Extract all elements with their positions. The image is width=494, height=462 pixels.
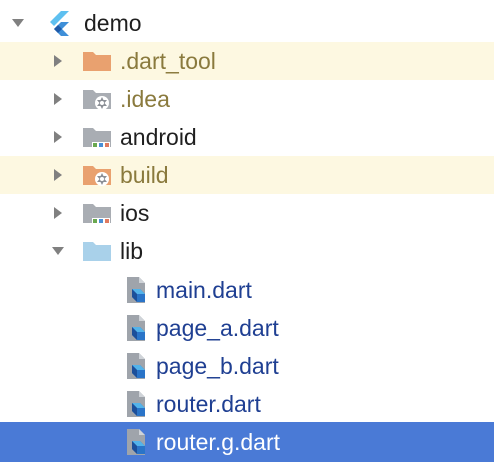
tree-item-page-b-dart[interactable]: page_b.dart [0,347,494,385]
tree-item-page-a-dart[interactable]: page_a.dart [0,309,494,347]
dart-file-icon [124,422,158,462]
tree-item-label: ios [120,200,150,226]
chevron-right-icon[interactable] [48,194,68,232]
tree-item-lib[interactable]: lib [0,232,494,270]
tree-item-label: .dart_tool [120,48,216,74]
tree-item-ios[interactable]: ios [0,194,494,232]
tree-item-label: main.dart [156,277,252,303]
flutter-icon [46,4,80,42]
folder-orange-gear-icon [82,156,116,194]
folder-blue-icon [82,232,116,270]
tree-item-android[interactable]: android [0,118,494,156]
chevron-right-icon[interactable] [48,42,68,80]
tree-item-main-dart[interactable]: main.dart [0,271,494,309]
tree-item-dart-tool[interactable]: .dart_tool [0,42,494,80]
dart-file-icon [124,347,158,385]
folder-module-icon [82,194,116,232]
chevron-down-icon[interactable] [48,232,68,270]
folder-module-icon [82,118,116,156]
tree-item-label: page_a.dart [156,315,279,341]
tree-item-idea[interactable]: .idea [0,80,494,118]
tree-item-label: page_b.dart [156,353,279,379]
dart-file-icon [124,309,158,347]
tree-item-label: .idea [120,86,170,112]
tree-item-build[interactable]: build [0,156,494,194]
tree-item-label: demo [84,10,142,36]
tree-item-demo[interactable]: demo [0,4,494,42]
tree-item-label: router.dart [156,391,261,417]
tree-item-label: router.g.dart [156,429,281,455]
tree-item-label: lib [120,238,144,264]
chevron-right-icon[interactable] [48,156,68,194]
dart-file-icon [124,385,158,423]
dart-file-icon [124,271,158,309]
folder-orange-icon [82,42,116,80]
project-tree: demo .dart_tool .idea android build ios … [0,0,494,462]
tree-item-label: android [120,124,197,150]
folder-gear-icon [82,80,116,118]
chevron-down-icon[interactable] [8,4,28,42]
chevron-right-icon[interactable] [48,80,68,118]
tree-item-router-g-dart[interactable]: router.g.dart [0,422,494,462]
tree-item-router-dart[interactable]: router.dart [0,385,494,423]
tree-item-label: build [120,162,169,188]
chevron-right-icon[interactable] [48,118,68,156]
